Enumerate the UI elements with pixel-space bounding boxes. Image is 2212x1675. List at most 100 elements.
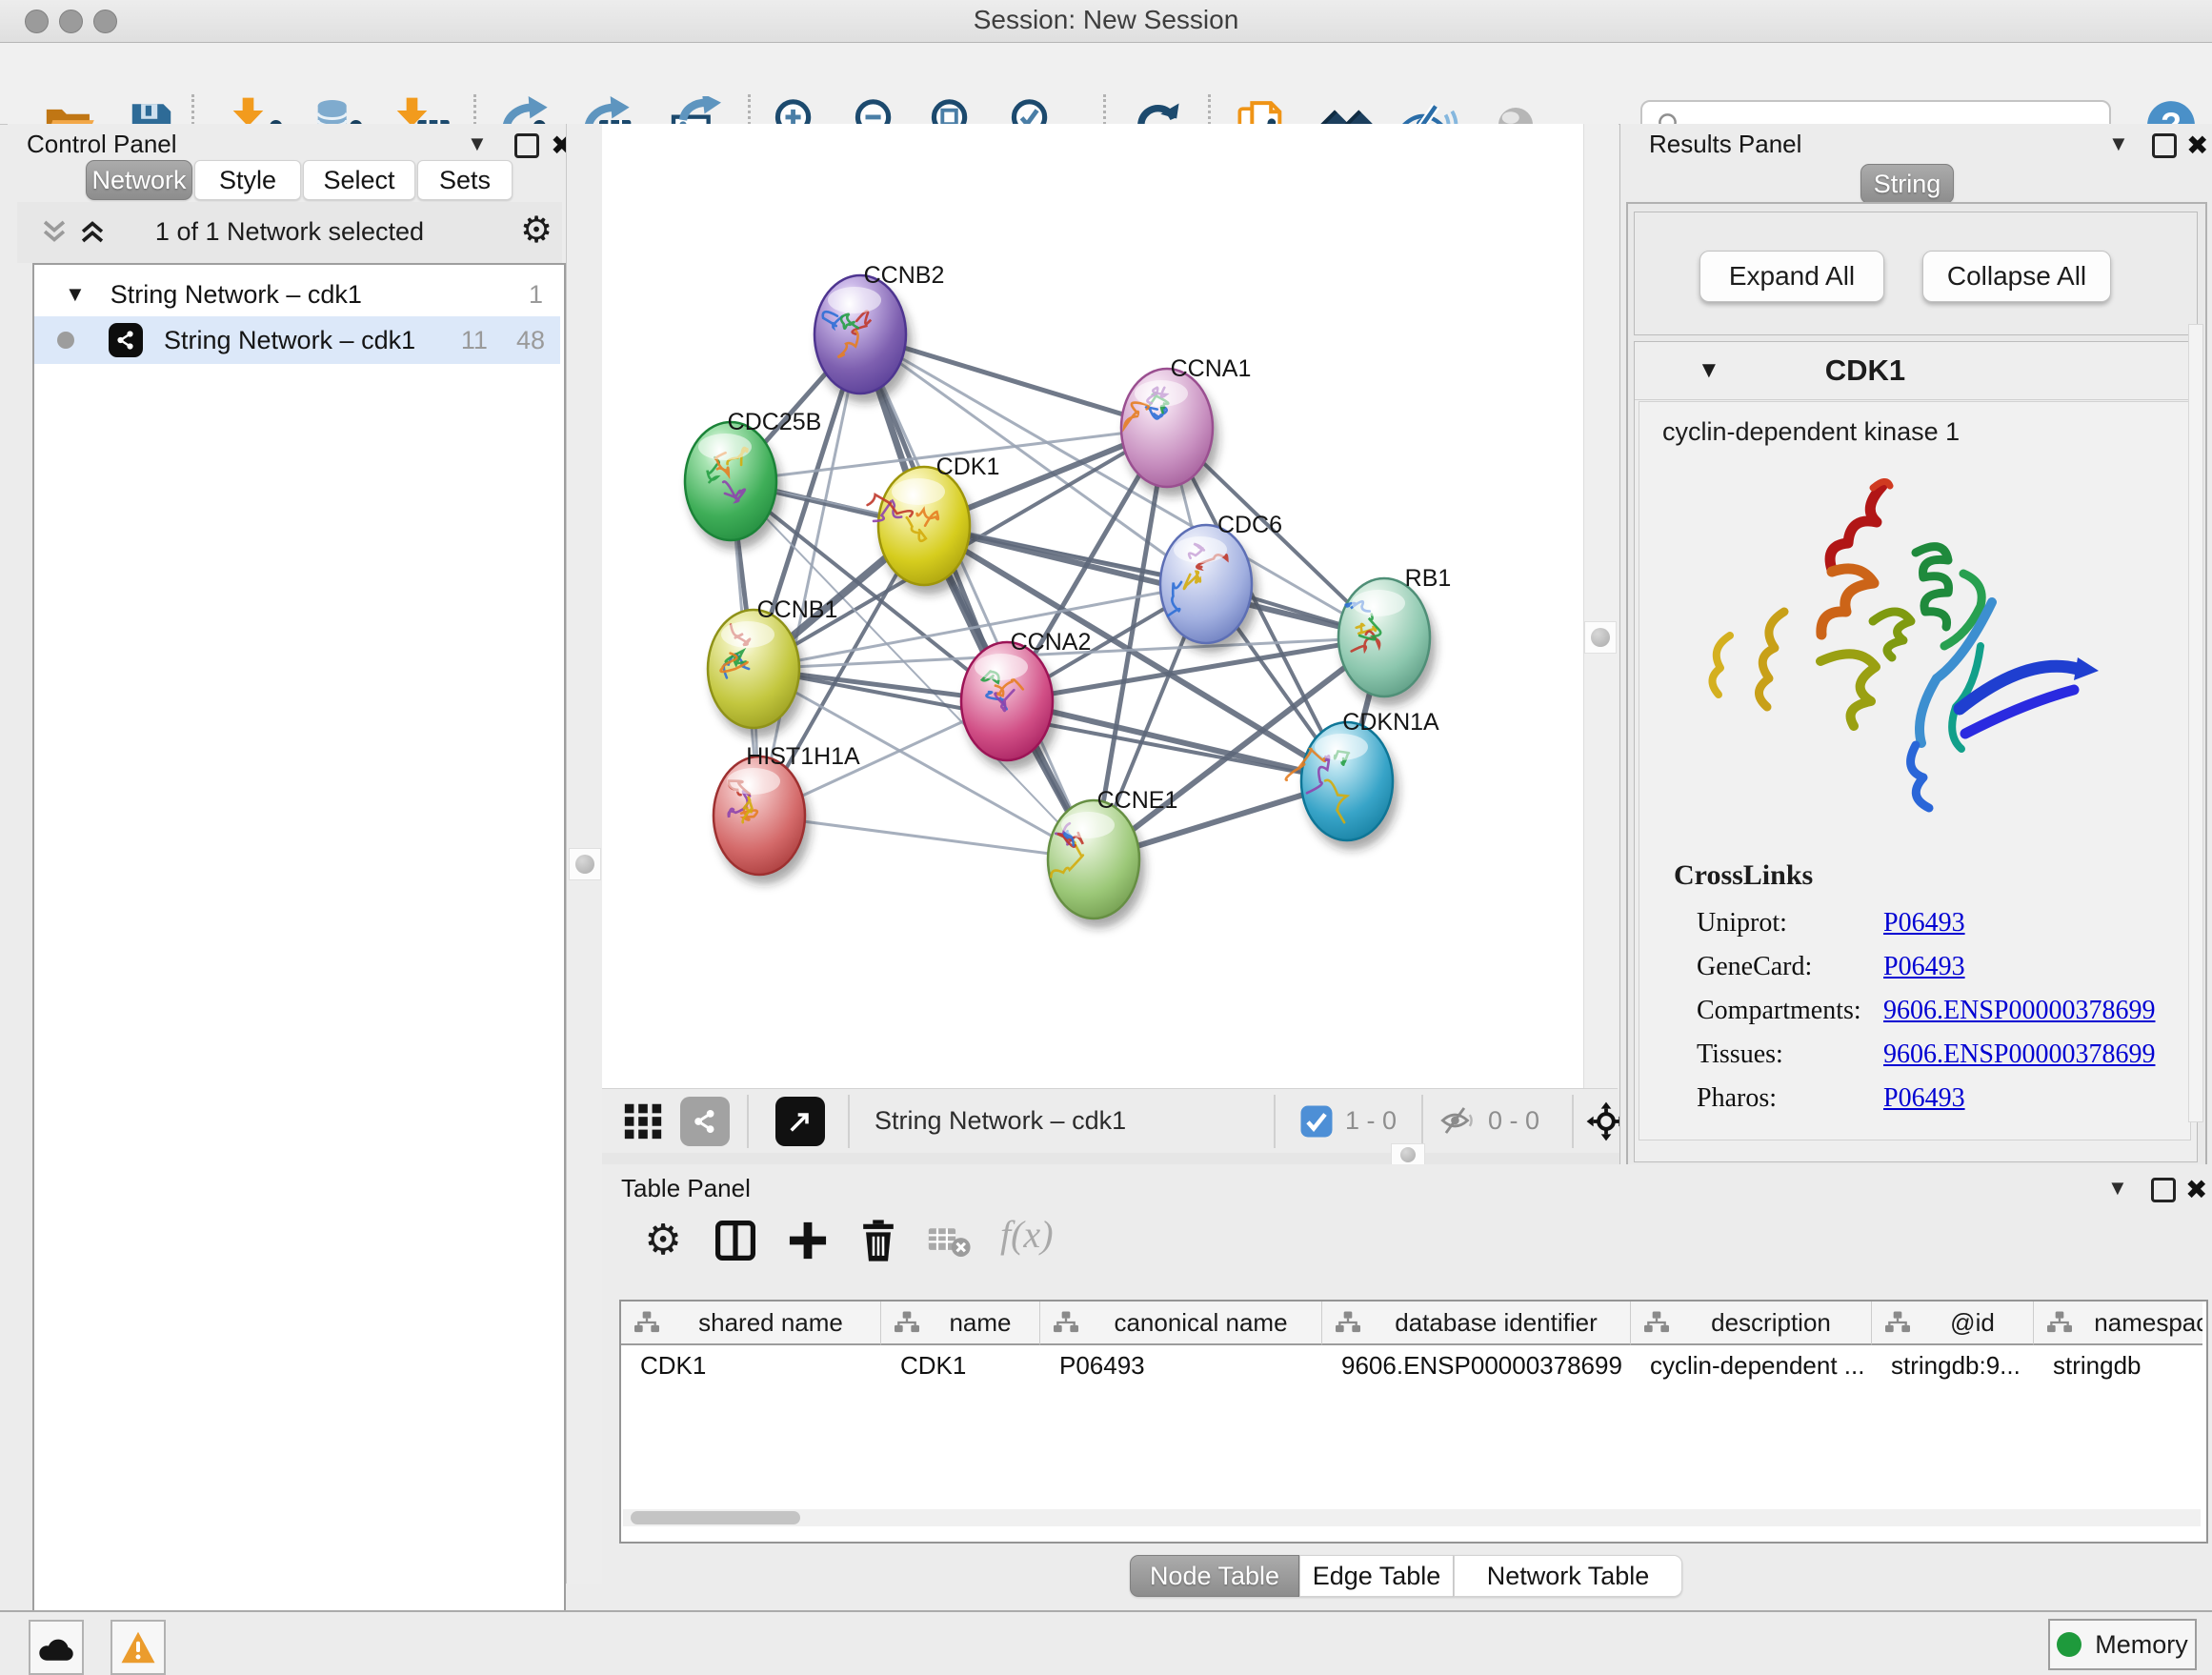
network-node-ccna1[interactable]: CCNA1 xyxy=(1121,355,1251,496)
crosslink-row: Pharos:P06493 xyxy=(1697,1077,2173,1120)
collection-count: 1 xyxy=(529,280,543,310)
collapse-all-button[interactable]: Collapse All xyxy=(1922,251,2111,302)
delete-table-icon[interactable] xyxy=(922,1214,975,1267)
results-panel-collapse-icon[interactable]: ▼ xyxy=(2108,131,2129,156)
expand-collapse-bar: Expand All Collapse All xyxy=(1634,212,2198,335)
tab-network-table[interactable]: Network Table xyxy=(1454,1555,1682,1597)
network-node-hist1h1a[interactable]: HIST1H1A xyxy=(714,743,860,884)
table-panel-float-icon[interactable] xyxy=(2151,1178,2176,1202)
network-view-toolbar: String Network – cdk1 1 - 0 0 - 0 xyxy=(602,1088,1618,1154)
tab-select[interactable]: Select xyxy=(303,160,415,200)
column-label: shared name xyxy=(661,1308,880,1338)
tab-node-table[interactable]: Node Table xyxy=(1130,1555,1299,1597)
results-panel-float-icon[interactable] xyxy=(2152,133,2177,158)
tab-string-results[interactable]: String xyxy=(1860,164,1954,204)
crosslink-label: Pharos: xyxy=(1697,1083,1883,1114)
crosslink-link[interactable]: P06493 xyxy=(1883,908,1965,938)
table-cell[interactable]: 9606.ENSP00000378699 xyxy=(1341,1351,1625,1381)
table-cell[interactable]: stringdb xyxy=(2053,1351,2202,1381)
control-panel-title: Control Panel xyxy=(27,130,177,159)
view-network-title: String Network – cdk1 xyxy=(875,1106,1126,1136)
expand-all-button[interactable]: Expand All xyxy=(1699,251,1884,302)
network-canvas[interactable]: CCNB2CCNA1CDC25BCDK1CDC6RB1CCNB1CCNA2CDK… xyxy=(602,124,1583,1088)
column-label: @id xyxy=(1912,1308,2033,1338)
show-columns-icon[interactable] xyxy=(709,1214,762,1267)
node-result-body: cyclin-dependent kinase 1 xyxy=(1639,401,2191,1140)
warning-icon xyxy=(119,1629,157,1665)
table-cell[interactable]: cyclin-dependent ... xyxy=(1650,1351,1866,1381)
node-result-header[interactable]: ▼ CDK1 xyxy=(1635,342,2197,400)
selected-checkbox-icon[interactable] xyxy=(1299,1104,1334,1139)
node-label: CDC6 xyxy=(1217,512,1282,538)
section-collapse-icon[interactable]: ▼ xyxy=(1698,357,1720,384)
vertical-splitter-left[interactable] xyxy=(566,124,603,1584)
table-h-scrollbar-thumb[interactable] xyxy=(631,1511,800,1524)
network-edge[interactable] xyxy=(924,526,1384,637)
table-panel-collapse-icon[interactable]: ▼ xyxy=(2107,1176,2128,1201)
network-node-rb1[interactable]: RB1 xyxy=(1338,565,1451,706)
warning-status-button[interactable] xyxy=(111,1620,166,1675)
viewbar-divider xyxy=(1421,1095,1423,1148)
tab-style[interactable]: Style xyxy=(194,160,301,200)
function-builder-icon[interactable]: f(x) xyxy=(1000,1212,1054,1257)
network-graph[interactable]: CCNB2CCNA1CDC25BCDK1CDC6RB1CCNB1CCNA2CDK… xyxy=(602,124,1583,1088)
crosslink-row: Uniprot:P06493 xyxy=(1697,901,2173,945)
column-header--id[interactable]: @id xyxy=(1872,1302,2034,1345)
crosslink-link[interactable]: 9606.ENSP00000378699 xyxy=(1883,996,2155,1026)
table-panel-title: Table Panel xyxy=(621,1174,751,1203)
network-node-cdc6[interactable]: CDC6 xyxy=(1160,512,1282,653)
node-result-card: ▼ CDK1 cyclin-dependent kinase 1 xyxy=(1634,341,2198,1162)
results-scrollbar[interactable] xyxy=(2188,324,2203,1122)
network-node-cdk1[interactable]: CDK1 xyxy=(868,454,1000,595)
column-header-database-identifier[interactable]: database identifier xyxy=(1322,1302,1631,1345)
memory-button[interactable]: Memory xyxy=(2048,1619,2197,1670)
table-cell[interactable]: CDK1 xyxy=(640,1351,875,1381)
network-options-gear-icon[interactable]: ⚙ xyxy=(520,212,553,249)
column-label: canonical name xyxy=(1080,1308,1321,1338)
column-header-namespace[interactable]: namespace xyxy=(2034,1302,2202,1345)
network-edge[interactable] xyxy=(860,334,1094,859)
vertical-splitter-right[interactable] xyxy=(1583,124,1619,1088)
table-h-scrollbar[interactable] xyxy=(623,1509,2201,1526)
column-header-canonical-name[interactable]: canonical name xyxy=(1040,1302,1322,1345)
crosslink-link[interactable]: 9606.ENSP00000378699 xyxy=(1883,1039,2155,1070)
string-style-icon[interactable] xyxy=(680,1097,730,1146)
selected-count: 1 - 0 xyxy=(1345,1106,1397,1136)
tab-sets[interactable]: Sets xyxy=(417,160,513,200)
network-collection-row[interactable]: ▼ String Network – cdk1 1 xyxy=(34,272,560,316)
column-header-shared-name[interactable]: shared name xyxy=(621,1302,881,1345)
goto-network-icon[interactable] xyxy=(775,1097,825,1146)
node-table: shared namename canonical namedatabase id… xyxy=(619,1300,2208,1544)
column-header-name[interactable]: name xyxy=(881,1302,1040,1345)
results-panel-close-icon[interactable]: ✖ xyxy=(2186,130,2208,161)
table-options-gear-icon[interactable]: ⚙ xyxy=(636,1214,690,1267)
table-cell[interactable]: P06493 xyxy=(1059,1351,1317,1381)
node-count: 11 xyxy=(461,326,488,355)
memory-status-dot xyxy=(2057,1632,2081,1657)
protein-structure-image xyxy=(1678,459,2135,840)
column-header-description[interactable]: description xyxy=(1631,1302,1872,1345)
network-row-selected[interactable]: String Network – cdk1 11 48 xyxy=(34,316,560,364)
tree-expand-icon[interactable]: ▼ xyxy=(65,282,86,307)
control-panel-collapse-icon[interactable]: ▼ xyxy=(467,131,488,156)
crosslink-link[interactable]: P06493 xyxy=(1883,952,1965,982)
cloud-status-button[interactable] xyxy=(29,1620,84,1675)
birdseye-grid-icon[interactable] xyxy=(621,1099,665,1142)
delete-column-trash-icon[interactable] xyxy=(852,1214,905,1267)
splitter-handle[interactable] xyxy=(1391,1143,1425,1166)
add-column-icon[interactable] xyxy=(781,1214,835,1267)
splitter-handle[interactable] xyxy=(569,848,601,880)
table-cell[interactable]: stringdb:9... xyxy=(1891,1351,2028,1381)
tab-edge-table[interactable]: Edge Table xyxy=(1299,1555,1454,1597)
collection-label: String Network – cdk1 xyxy=(111,280,362,310)
table-panel: Table Panel ▼ ✖ ⚙ f(x) shared namename ca… xyxy=(602,1164,2212,1584)
hidden-eye-icon[interactable] xyxy=(1440,1104,1477,1137)
tab-network[interactable]: Network xyxy=(86,160,192,200)
splitter-handle[interactable] xyxy=(1584,621,1617,654)
table-panel-close-icon[interactable]: ✖ xyxy=(2185,1174,2207,1205)
table-cell[interactable]: CDK1 xyxy=(900,1351,1035,1381)
network-node-cdc25b[interactable]: CDC25B xyxy=(685,409,821,550)
control-panel-float-icon[interactable] xyxy=(514,133,539,158)
crosslink-link[interactable]: P06493 xyxy=(1883,1083,1965,1114)
node-label: CCNB2 xyxy=(864,262,945,289)
